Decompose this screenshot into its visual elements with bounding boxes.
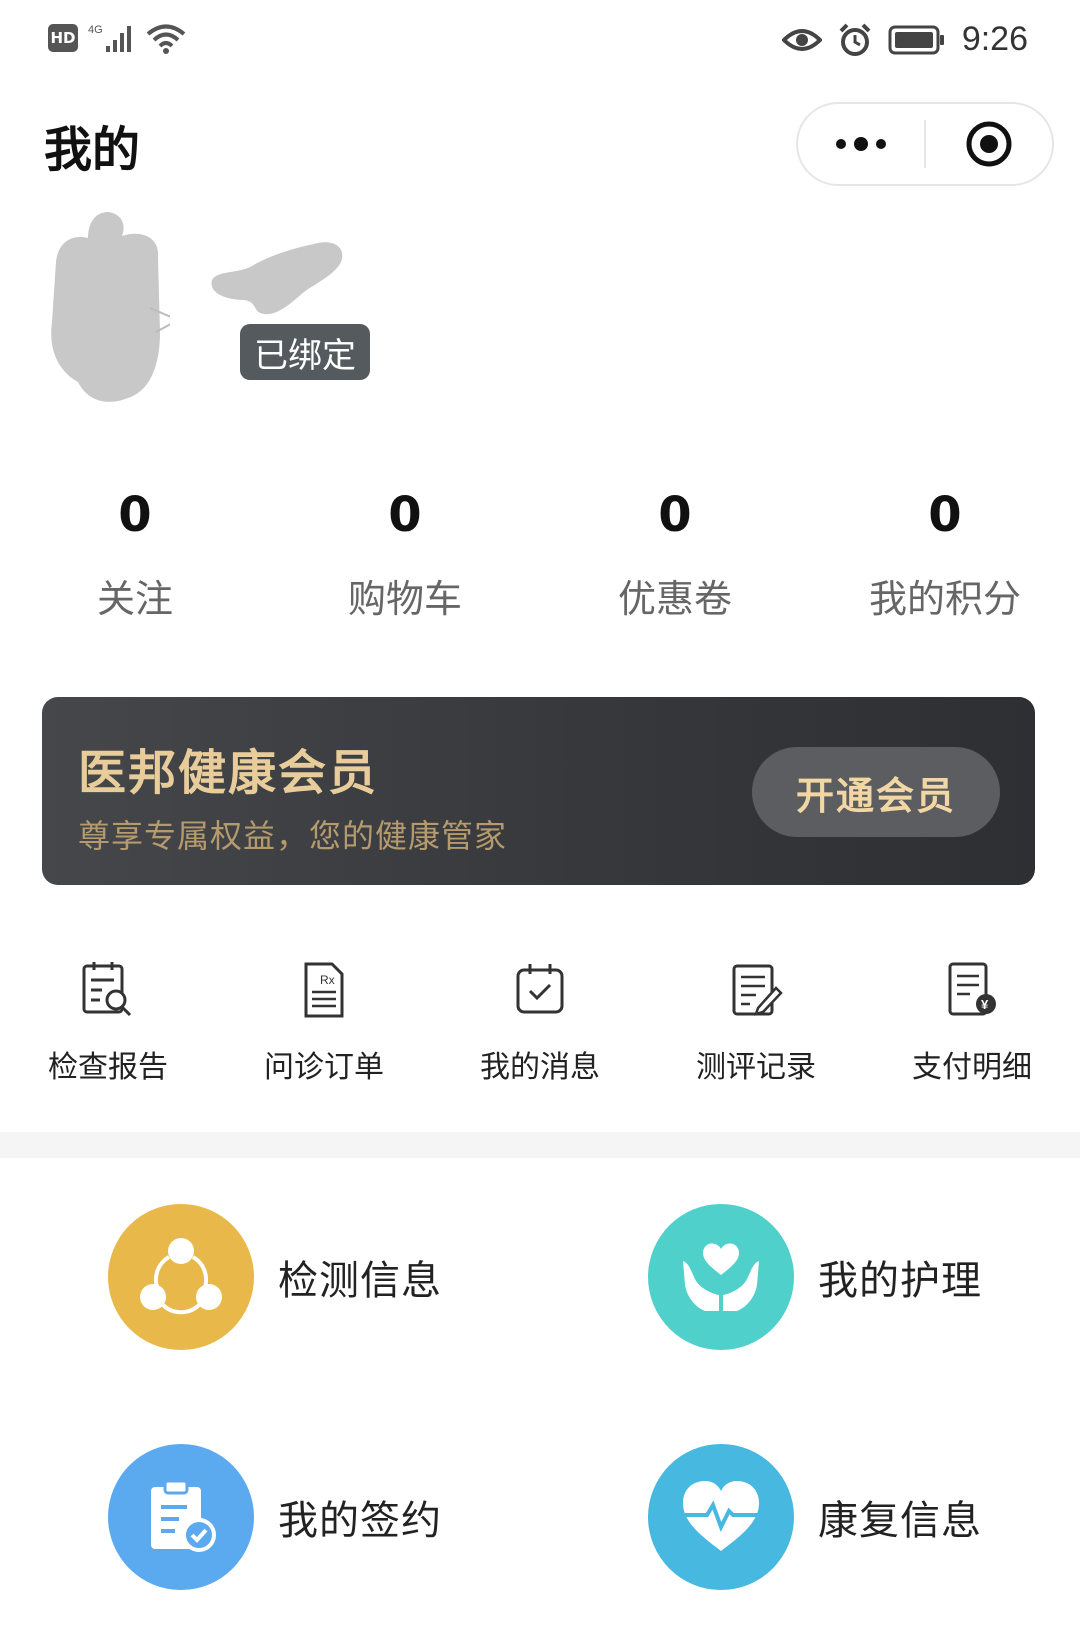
stat-value: 0 — [388, 487, 422, 543]
status-time: 9:26 — [961, 20, 1028, 58]
signal-icon: 4G — [88, 24, 131, 52]
status-right: 9:26 — [781, 20, 1028, 59]
prescription-icon: Rx — [304, 962, 344, 1018]
quick-label: 检查报告 — [48, 1050, 168, 1085]
stats-row: 0 关注 0 购物车 0 优惠卷 0 我的积分 — [0, 480, 1080, 623]
quick-item-payment[interactable]: ¥ 支付明细 — [864, 960, 1080, 1086]
calendar-check-icon — [516, 964, 564, 1014]
more-dots-icon — [836, 137, 886, 151]
payment-bill-icon: ¥ — [948, 962, 996, 1016]
service-label: 检测信息 — [278, 1258, 442, 1304]
stat-label: 关注 — [96, 577, 173, 621]
service-rehab-info[interactable]: 康复信息 — [648, 1444, 982, 1590]
page-title: 我的 — [44, 122, 141, 178]
service-label: 康复信息 — [818, 1498, 982, 1544]
service-label: 我的护理 — [818, 1258, 982, 1304]
service-detection-info[interactable]: 检测信息 — [108, 1204, 442, 1350]
share-nodes-icon — [140, 1238, 222, 1315]
alarm-icon — [839, 23, 871, 56]
close-miniprogram-button[interactable] — [926, 104, 1052, 184]
stat-label: 优惠卷 — [617, 577, 732, 621]
section-divider — [0, 1132, 1080, 1158]
service-my-care[interactable]: 我的护理 — [648, 1204, 982, 1350]
svg-text:¥: ¥ — [981, 997, 989, 1012]
eye-icon — [781, 28, 822, 51]
stat-coupon[interactable]: 0 优惠卷 — [540, 480, 810, 623]
stat-value: 0 — [928, 487, 962, 543]
stat-cart[interactable]: 0 购物车 — [270, 480, 540, 623]
quick-item-report[interactable]: 检查报告 — [0, 960, 216, 1086]
service-my-contract[interactable]: 我的签约 — [108, 1444, 442, 1590]
quick-item-assessment[interactable]: 测评记录 — [648, 960, 864, 1086]
svg-text:Rx: Rx — [320, 973, 335, 987]
membership-subtitle: 尊享专属权益，您的健康管家 — [78, 817, 508, 855]
username-blurred — [208, 230, 348, 320]
hd-icon: HD — [48, 24, 78, 52]
quick-label: 支付明细 — [912, 1050, 1032, 1085]
quick-item-messages[interactable]: 我的消息 — [432, 960, 648, 1086]
quick-label: 问诊订单 — [264, 1050, 384, 1085]
more-button[interactable] — [798, 104, 924, 184]
membership-title: 医邦健康会员 — [78, 745, 379, 801]
stat-label: 购物车 — [347, 577, 462, 621]
quick-label: 测评记录 — [696, 1050, 816, 1085]
bind-status-badge: 已绑定 — [240, 324, 370, 380]
clipboard-check-icon — [151, 1479, 216, 1552]
service-icon-circle — [108, 1444, 254, 1590]
stat-points[interactable]: 0 我的积分 — [810, 480, 1080, 623]
service-icon-circle — [648, 1204, 794, 1350]
service-label: 我的签约 — [278, 1498, 442, 1544]
heart-hands-icon — [683, 1243, 759, 1311]
stat-label: 我的积分 — [868, 577, 1021, 621]
quick-actions: 检查报告 Rx 问诊订单 我的消息 测评记录 ¥ 支付明细 — [0, 960, 1080, 1086]
miniprogram-capsule — [796, 102, 1054, 186]
status-bar: HD 4G 9:26 — [0, 0, 1080, 80]
avatar-blurred-image — [51, 212, 181, 402]
edit-record-icon — [732, 964, 783, 1016]
service-icon-circle — [648, 1444, 794, 1590]
stat-follow[interactable]: 0 关注 — [0, 480, 270, 623]
wifi-icon — [146, 24, 186, 54]
membership-banner[interactable]: 医邦健康会员 尊享专属权益，您的健康管家 开通会员 — [42, 697, 1035, 885]
stat-value: 0 — [118, 487, 152, 543]
report-search-icon — [82, 962, 132, 1017]
open-membership-button[interactable]: 开通会员 — [752, 747, 1000, 837]
target-circle-icon — [966, 121, 1012, 167]
quick-label: 我的消息 — [480, 1050, 600, 1085]
svg-text:4G: 4G — [88, 24, 103, 36]
battery-icon — [888, 25, 944, 54]
avatar[interactable] — [48, 212, 181, 412]
service-icon-circle — [108, 1204, 254, 1350]
quick-item-consult-order[interactable]: Rx 问诊订单 — [216, 960, 432, 1086]
stat-value: 0 — [658, 487, 692, 543]
status-left: HD 4G — [48, 22, 186, 54]
heartbeat-icon — [683, 1481, 759, 1551]
